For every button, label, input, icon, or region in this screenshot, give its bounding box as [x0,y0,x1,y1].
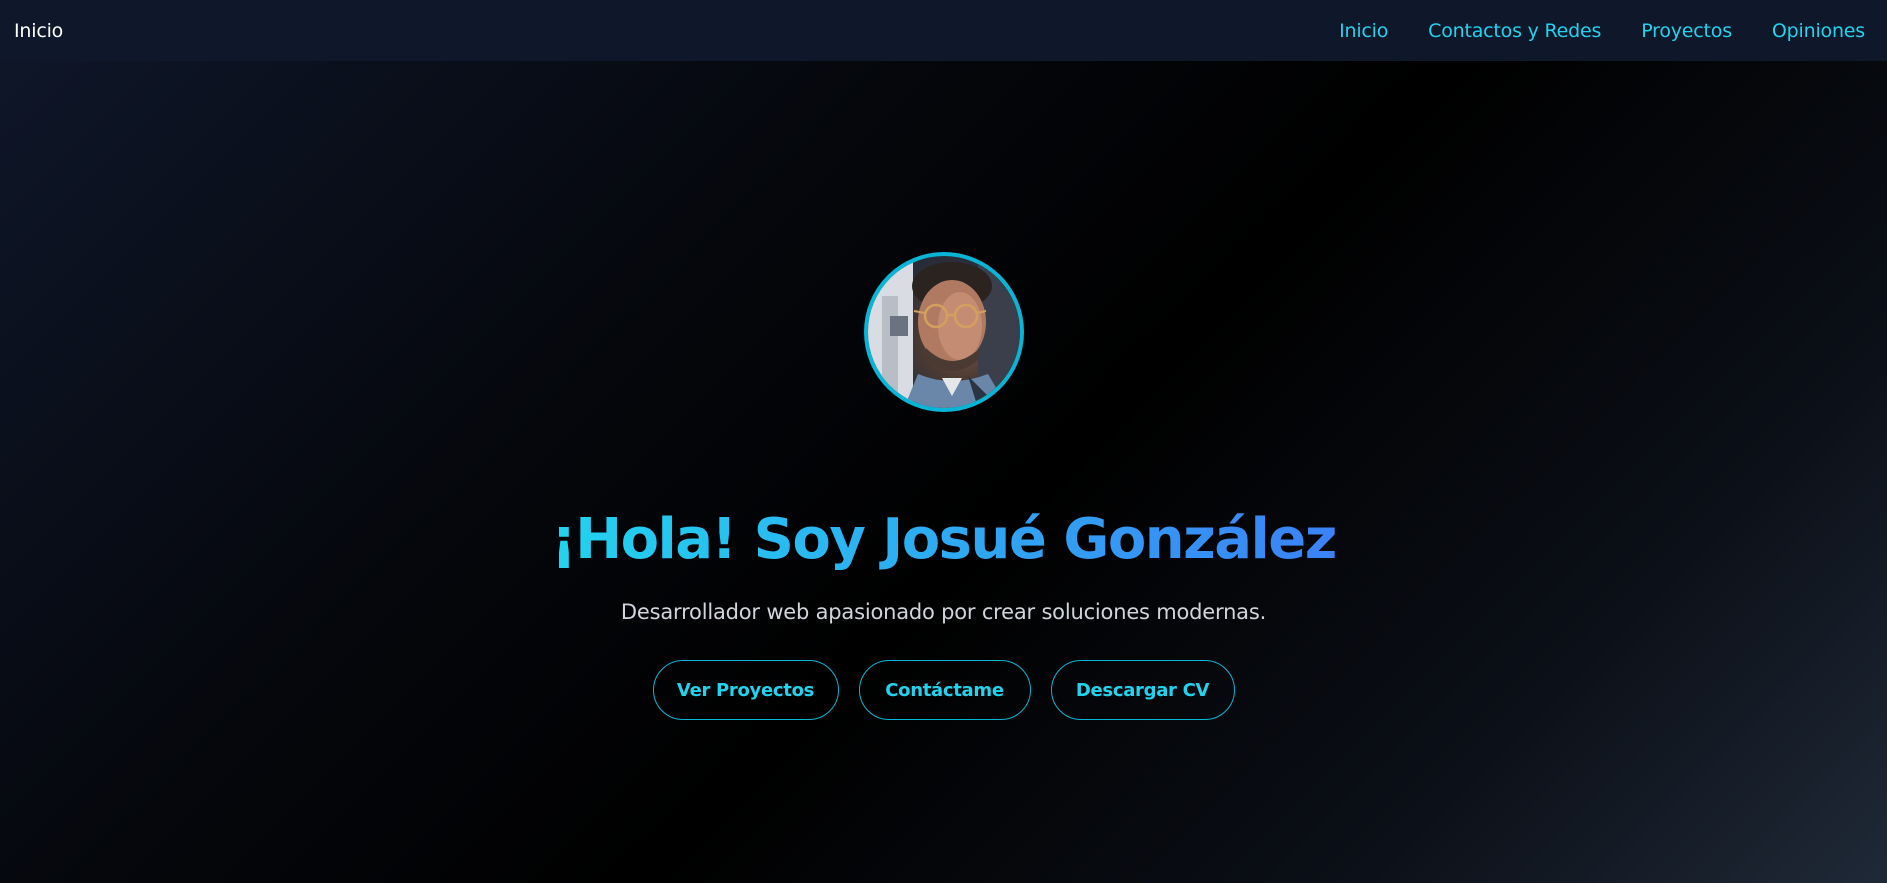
hero-title: ¡Hola! Soy Josué González [551,505,1337,575]
hero-section [0,61,1887,883]
nav-link-inicio[interactable]: Inicio [1339,20,1388,42]
profile-avatar [864,252,1024,412]
hero-buttons: Ver Proyectos Contáctame Descargar CV [0,660,1887,720]
view-projects-button[interactable]: Ver Proyectos [652,660,839,720]
nav-link-opiniones[interactable]: Opiniones [1772,20,1865,42]
nav-link-contactos[interactable]: Contactos y Redes [1428,20,1601,42]
profile-photo-icon [868,256,1020,408]
brand-link[interactable]: Inicio [14,20,63,42]
top-navbar: Inicio Inicio Contactos y Redes Proyecto… [0,0,1887,61]
nav-links: Inicio Contactos y Redes Proyectos Opini… [1299,20,1865,42]
hero-subtitle: Desarrollador web apasionado por crear s… [620,600,1267,624]
hero-title-wrap: ¡Hola! Soy Josué González [0,505,1887,575]
download-cv-button[interactable]: Descargar CV [1050,660,1235,720]
nav-link-proyectos[interactable]: Proyectos [1641,20,1732,42]
contact-button[interactable]: Contáctame [858,660,1031,720]
